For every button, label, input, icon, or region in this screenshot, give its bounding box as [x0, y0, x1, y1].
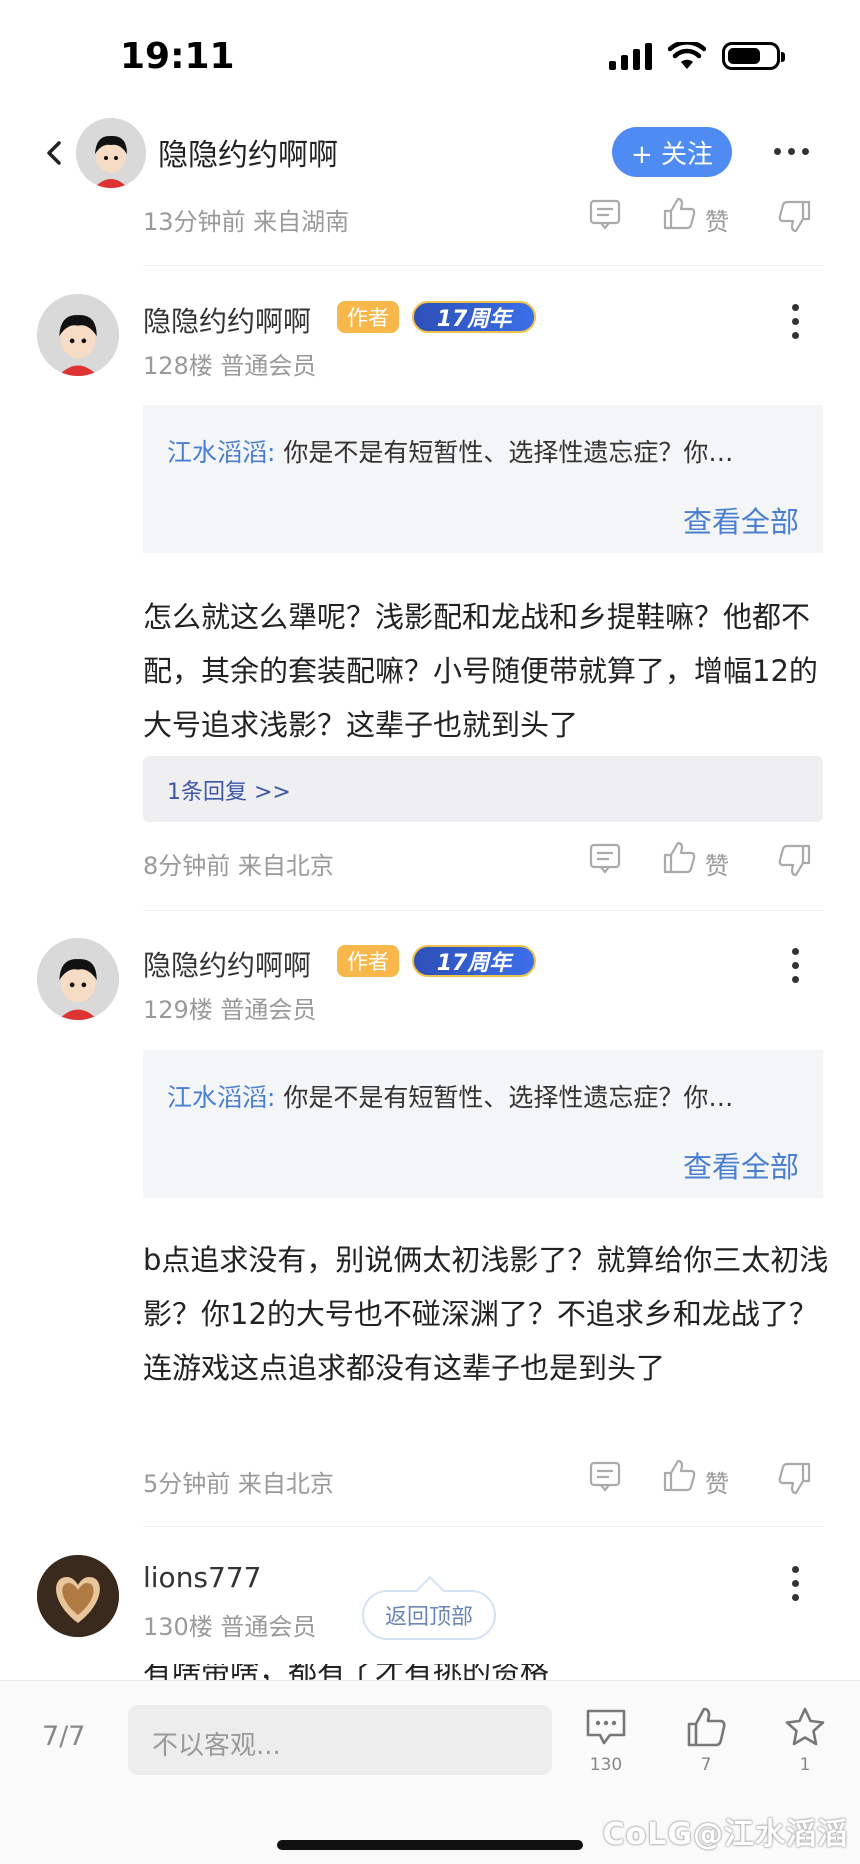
quote-line: 江水滔滔: 你是不是有短暂性、选择性遗忘症？你…	[167, 1078, 807, 1114]
like-label: 赞	[705, 208, 729, 236]
status-bar: 19:11	[0, 0, 860, 110]
more-icon[interactable]	[792, 1566, 799, 1601]
like-button[interactable]: 7	[671, 1705, 741, 1775]
status-icons	[609, 42, 785, 70]
author-badge: 作者	[337, 945, 399, 977]
favorite-count: 1	[799, 1755, 811, 1775]
signal-icon	[609, 42, 652, 70]
anniversary-badge: 17周年	[412, 301, 536, 333]
comment-author[interactable]: lions777	[143, 1561, 261, 1594]
comment-meta-row: 8分钟前 来自北京 赞	[143, 840, 823, 880]
replies-label: 1条回复 >>	[167, 780, 291, 805]
more-icon[interactable]	[792, 948, 799, 983]
page-title: 隐隐约约啊啊	[158, 138, 338, 173]
comment-meta-text: 8分钟前 来自北京	[143, 852, 334, 880]
thumbs-up-icon	[687, 1707, 726, 1747]
quote-text: 你是不是有短暂性、选择性遗忘症？你…	[275, 1083, 734, 1112]
comment-icon[interactable]	[589, 842, 621, 874]
follow-button[interactable]: + 关注	[612, 127, 732, 177]
page-indicator[interactable]: 7/7	[42, 1721, 85, 1752]
star-icon	[785, 1707, 825, 1746]
divider	[143, 1526, 823, 1527]
post-meta-text: 13分钟前 来自湖南	[143, 208, 350, 236]
status-time: 19:11	[120, 36, 235, 77]
comment-bubble-icon	[586, 1709, 626, 1745]
post-meta-row: 13分钟前 来自湖南 赞	[143, 196, 823, 236]
reply-input[interactable]: 不以客观...	[128, 1705, 552, 1775]
home-indicator[interactable]	[277, 1840, 583, 1850]
like-icon[interactable]	[661, 1458, 697, 1494]
divider	[143, 265, 823, 266]
comment-author[interactable]: 隐隐约约啊啊	[143, 300, 311, 340]
like-icon[interactable]	[661, 196, 697, 232]
comment-meta-text: 5分钟前 来自北京	[143, 1470, 334, 1498]
like-label: 赞	[705, 1470, 729, 1498]
comment-count: 130	[589, 1755, 623, 1775]
comment-icon[interactable]	[589, 198, 621, 230]
comment-author[interactable]: 隐隐约约啊啊	[143, 944, 311, 984]
quote-user[interactable]: 江水滔滔:	[167, 1083, 275, 1112]
comment-avatar[interactable]	[37, 294, 119, 376]
dislike-icon[interactable]	[777, 1460, 813, 1496]
more-icon[interactable]	[792, 304, 799, 339]
author-badge: 作者	[337, 301, 399, 333]
view-all-link[interactable]: 查看全部	[683, 499, 799, 541]
divider	[143, 910, 823, 911]
like-icon[interactable]	[661, 840, 697, 876]
comment-icon[interactable]	[589, 1460, 621, 1492]
anniversary-badge: 17周年	[412, 945, 536, 977]
replies-link[interactable]: 1条回复 >>	[143, 756, 823, 822]
comment-meta-row: 5分钟前 来自北京 赞	[143, 1458, 823, 1498]
more-icon[interactable]	[774, 148, 809, 155]
comment-body: 怎么就这么犟呢？浅影配和龙战和乡提鞋嘛？他都不配，其余的套装配嘛？小号随便带就算…	[143, 600, 818, 742]
like-count: 7	[700, 1755, 712, 1775]
wifi-icon	[668, 42, 706, 69]
quote-box[interactable]: 江水滔滔: 你是不是有短暂性、选择性遗忘症？你… 查看全部	[143, 405, 823, 553]
favorite-button[interactable]: 1	[770, 1705, 840, 1775]
comment-body: b点追求没有，别说俩太初浅影了？就算给你三太初浅影？你12的大号也不碰深渊了？不…	[143, 1243, 829, 1385]
dislike-icon[interactable]	[777, 842, 813, 878]
like-label: 赞	[705, 852, 729, 880]
bottom-bar: 7/7 不以客观... 130 7 1 CoLG@江水滔滔	[0, 1680, 860, 1864]
floor-info: 128楼 普通会员	[143, 352, 317, 380]
quote-line: 江水滔滔: 你是不是有短暂性、选择性遗忘症？你…	[167, 433, 807, 469]
header-avatar[interactable]	[76, 118, 146, 188]
battery-icon	[722, 42, 785, 70]
comment-body-partial: 有啥带啥，都有了才有挑的资格	[143, 1664, 549, 1680]
floor-info: 130楼 普通会员	[143, 1613, 317, 1641]
comments-button[interactable]: 130	[571, 1705, 641, 1775]
dislike-icon[interactable]	[777, 198, 813, 234]
quote-user[interactable]: 江水滔滔:	[167, 438, 275, 467]
back-icon[interactable]	[40, 138, 70, 168]
back-to-top-button[interactable]: 返回顶部	[362, 1590, 496, 1640]
reply-input-placeholder: 不以客观...	[152, 1731, 281, 1761]
floor-info: 129楼 普通会员	[143, 996, 317, 1024]
comment-avatar[interactable]	[37, 1555, 119, 1637]
quote-box[interactable]: 江水滔滔: 你是不是有短暂性、选择性遗忘症？你… 查看全部	[143, 1050, 823, 1198]
thread-header: 隐隐约约啊啊 + 关注	[0, 110, 860, 195]
quote-text: 你是不是有短暂性、选择性遗忘症？你…	[275, 438, 734, 467]
watermark: CoLG@江水滔滔	[602, 1817, 848, 1852]
comment-avatar[interactable]	[37, 938, 119, 1020]
view-all-link[interactable]: 查看全部	[683, 1144, 799, 1186]
